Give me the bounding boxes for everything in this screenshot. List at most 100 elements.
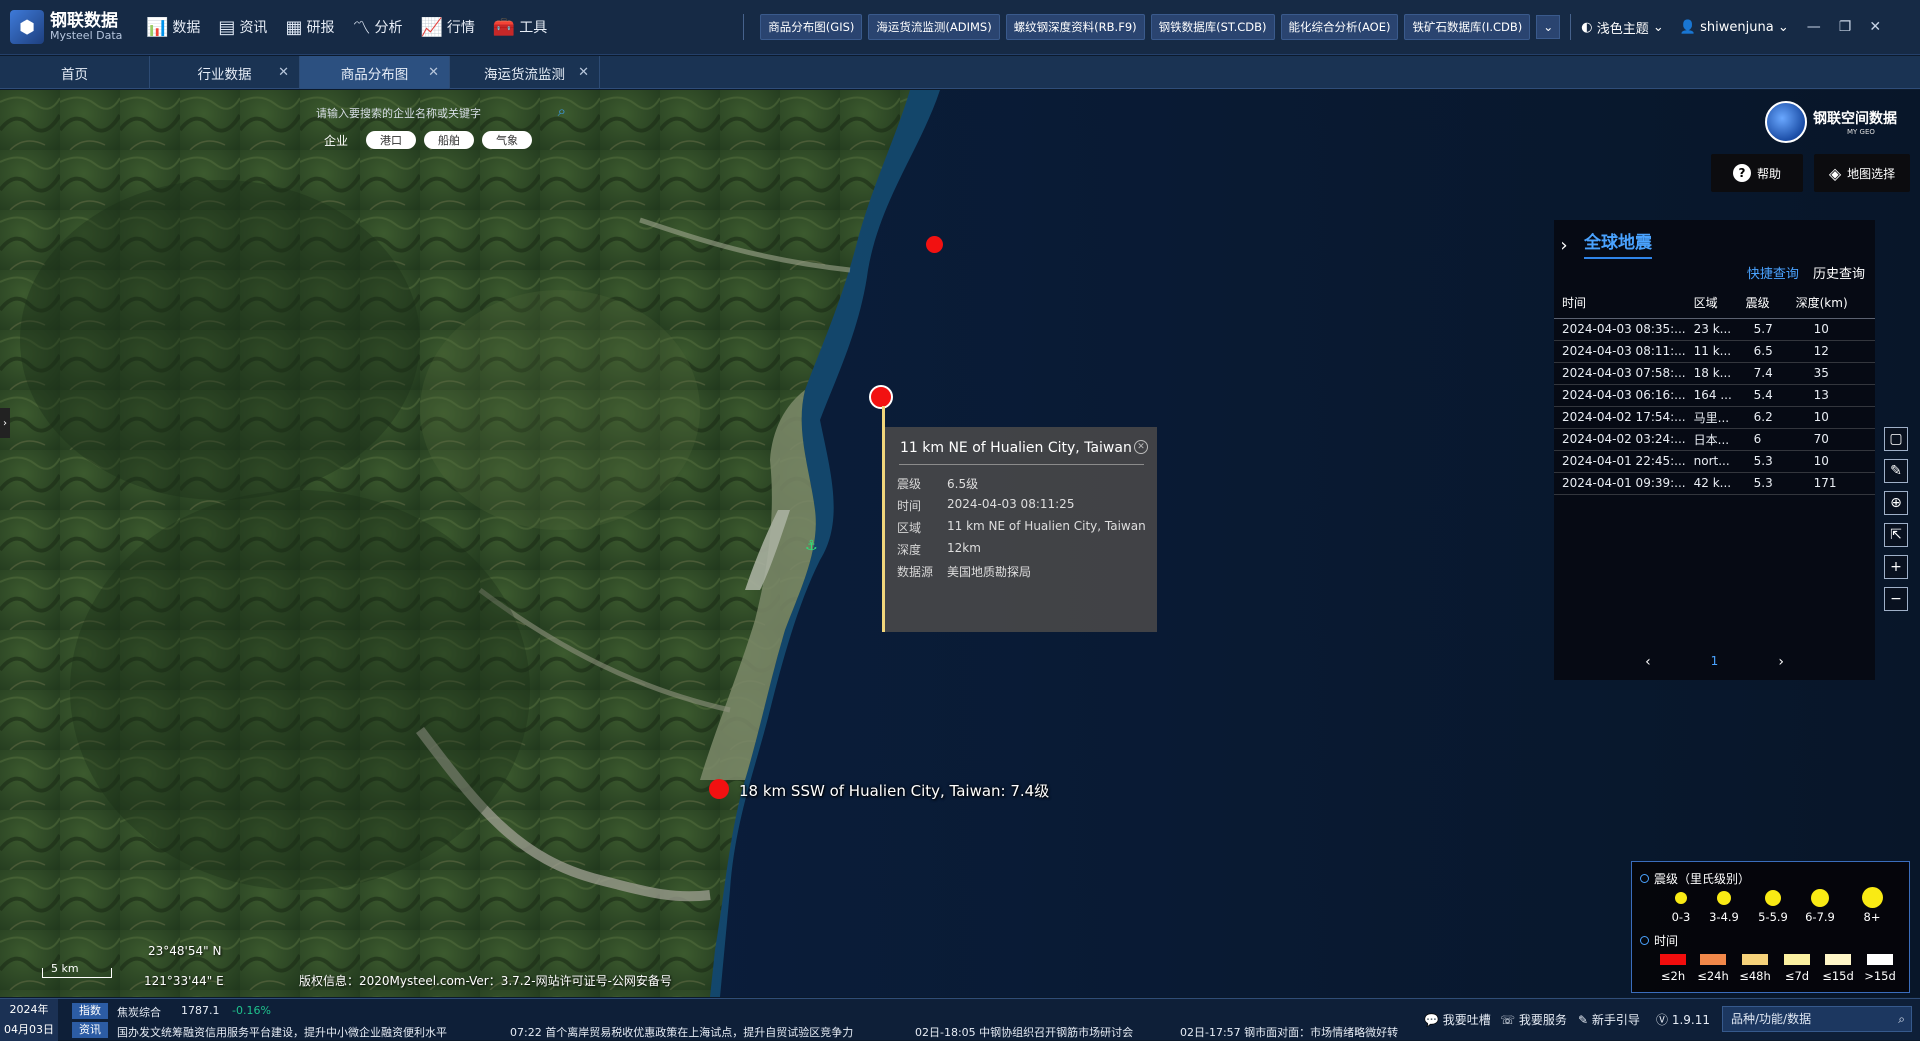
menu-data[interactable]: 📊 数据 xyxy=(146,17,200,38)
cell-magnitude: 7.4 xyxy=(1737,362,1788,385)
earthquake-marker[interactable] xyxy=(709,779,729,799)
chevron-right-icon[interactable]: › xyxy=(1554,232,1574,258)
earthquake-marker-selected[interactable] xyxy=(869,385,893,409)
chevron-down-icon[interactable]: ⌄ xyxy=(1536,15,1561,39)
legend-mag-label: 8+ xyxy=(1863,910,1881,924)
guide-link[interactable]: ✎ 新手引导 xyxy=(1578,1011,1640,1028)
index-value: 1787.1 xyxy=(181,1004,220,1017)
filter-ship-chip[interactable]: 船舶 xyxy=(424,131,475,149)
zoom-in-icon[interactable]: + xyxy=(1884,555,1908,579)
close-icon[interactable]: ✕ xyxy=(278,65,289,80)
legend-time-item: ≤15d xyxy=(1820,954,1856,983)
map-select-button[interactable]: ◈ 地图选择 xyxy=(1814,154,1910,192)
tab-commodity-map[interactable]: 商品分布图 ✕ xyxy=(300,56,450,89)
next-page-button[interactable]: › xyxy=(1778,654,1784,670)
prev-page-button[interactable]: ‹ xyxy=(1645,654,1651,670)
menu-tools[interactable]: 🧰 工具 xyxy=(493,17,547,38)
table-row[interactable]: 2024-04-03 08:11:... 11 k... 6.5 12 xyxy=(1554,340,1875,363)
field-value: 2024-04-03 08:11:25 xyxy=(947,497,1075,511)
bottom-status-bar: 2024年 04月03日 指数 资讯 焦炭综合 1787.1 -0.16% 国办… xyxy=(0,998,1920,1041)
db-tab-aoe[interactable]: 能化综合分析(AOE) xyxy=(1280,14,1399,40)
cell-region: nort... xyxy=(1685,450,1738,473)
tab-industry-data[interactable]: 行业数据 ✕ xyxy=(150,56,300,89)
table-row[interactable]: 2024-04-03 06:16:... 164 ... 5.4 13 xyxy=(1554,384,1875,407)
restore-icon[interactable]: ❐ xyxy=(1839,19,1852,35)
current-page[interactable]: 1 xyxy=(1711,654,1719,670)
news-ticker-item[interactable]: 国办发文统筹融资信用服务平台建设，提升中小微企业融资便利水平 xyxy=(117,1024,447,1040)
close-icon[interactable]: ✕ xyxy=(1869,19,1881,35)
news-ticker-item[interactable]: 07:22 首个离岸贸易税收优惠政策在上海试点，提升自贸试验区竞争力 xyxy=(510,1024,853,1040)
field-value: 12km xyxy=(947,541,981,555)
database-shortcuts: 商品分布图(GIS) 海运货流监测(ADIMS) 螺纹钢深度资料(RB.F9) … xyxy=(760,14,1561,40)
export-icon[interactable]: ⇱ xyxy=(1884,523,1908,547)
menu-report[interactable]: ▦ 研报 xyxy=(285,17,334,38)
table-row[interactable]: 2024-04-02 17:54:... 马里... 6.2 10 xyxy=(1554,406,1875,429)
close-icon[interactable]: ✕ xyxy=(428,65,439,80)
db-tab-rbf9[interactable]: 螺纹钢深度资料(RB.F9) xyxy=(1005,14,1145,40)
search-icon[interactable]: ⌕ xyxy=(1898,1007,1905,1031)
top-navbar: ⬢ 钢联数据 Mysteel Data 📊 数据 ▤ 资讯 ▦ 研报 〽分析 📈 行情 … xyxy=(0,0,1920,55)
cell-magnitude: 6.5 xyxy=(1737,340,1788,363)
search-icon[interactable]: ⌕ xyxy=(558,102,566,120)
filter-weather-chip[interactable]: 气象 xyxy=(482,131,533,149)
draw-icon[interactable]: ✎ xyxy=(1884,459,1908,483)
version-info[interactable]: Ⓥ 1.9.11 xyxy=(1656,1011,1710,1028)
table-row[interactable]: 2024-04-01 22:45:... nort... 5.3 10 xyxy=(1554,450,1875,473)
db-tab-adims[interactable]: 海运货流监测(ADIMS) xyxy=(868,14,1000,40)
left-panel-toggle[interactable]: › xyxy=(0,408,10,438)
user-name: shiwenjuna xyxy=(1700,19,1774,35)
close-icon[interactable]: ✕ xyxy=(1134,440,1148,454)
map-search[interactable]: 请输入要搜索的企业名称或关键字 ⌕ xyxy=(316,102,566,124)
table-row[interactable]: 2024-04-03 07:58:... 18 k... 7.4 35 xyxy=(1554,362,1875,385)
news-ticker-item[interactable]: 02日-17:57 钢市面对面：市场情绪略微好转 xyxy=(1180,1024,1412,1040)
menu-analysis[interactable]: 〽分析 xyxy=(352,14,402,40)
db-tab-gis[interactable]: 商品分布图(GIS) xyxy=(760,14,863,40)
radio-icon[interactable] xyxy=(1640,936,1649,945)
cell-magnitude: 5.3 xyxy=(1737,450,1788,473)
field-value: 美国地质勘探局 xyxy=(947,565,1032,579)
tab-label: 海运货流监测 xyxy=(484,66,565,83)
db-tab-stcdb[interactable]: 钢铁数据库(ST.CDB) xyxy=(1150,14,1275,40)
db-tab-icdb[interactable]: 铁矿石数据库(I.CDB) xyxy=(1404,14,1531,40)
minimize-icon[interactable]: — xyxy=(1807,19,1821,35)
legend-time-item: ≤7d xyxy=(1780,954,1814,983)
search-input[interactable]: 请输入要搜索的企业名称或关键字 xyxy=(316,105,481,121)
feedback-link[interactable]: 💬 我要吐槽 xyxy=(1424,1011,1491,1028)
global-search-input[interactable]: 品种/功能/数据 ⌕ xyxy=(1722,1006,1912,1032)
main-menu: 📊 数据 ▤ 资讯 ▦ 研报 〽分析 📈 行情 🧰 工具 xyxy=(146,14,565,40)
question-icon: ? xyxy=(1732,164,1751,182)
help-button[interactable]: ? 帮助 xyxy=(1711,154,1803,192)
cell-depth: 171 xyxy=(1787,472,1875,495)
date-block: 2024年 04月03日 xyxy=(0,999,58,1041)
theme-switch[interactable]: ◐ 浅色主题 ⌄ xyxy=(1581,18,1664,37)
service-link[interactable]: ☏ 我要服务 xyxy=(1500,1011,1567,1028)
popup-field: 深度 12km xyxy=(897,541,981,558)
close-icon[interactable]: ✕ xyxy=(578,65,589,80)
logo-title: 钢联数据 xyxy=(50,10,118,31)
menu-market[interactable]: 📈 行情 xyxy=(420,17,474,38)
menu-news[interactable]: ▤ 资讯 xyxy=(218,17,267,38)
locate-icon[interactable]: ⊕ xyxy=(1884,491,1908,515)
filter-port-chip[interactable]: 港口 xyxy=(366,131,417,149)
tab-shipping-monitor[interactable]: 海运货流监测 ✕ xyxy=(450,56,600,89)
filter-enterprise[interactable]: 企业 xyxy=(324,132,348,149)
table-row[interactable]: 2024-04-02 03:24:... 日本... 6 70 xyxy=(1554,428,1875,451)
history-query-link[interactable]: 历史查询 xyxy=(1813,267,1865,282)
search-placeholder: 品种/功能/数据 xyxy=(1731,1012,1812,1026)
earthquake-marker[interactable] xyxy=(926,236,943,253)
rectangle-select-icon[interactable]: ▢ xyxy=(1884,427,1908,451)
index-change: -0.16% xyxy=(232,1004,271,1017)
quick-query-link[interactable]: 快捷查询 xyxy=(1747,267,1799,282)
user-menu[interactable]: 👤 shiwenjuna ⌄ xyxy=(1680,20,1789,35)
tab-home[interactable]: 首页 xyxy=(0,56,150,89)
app-logo[interactable]: ⬢ 钢联数据 Mysteel Data xyxy=(10,10,130,44)
news-ticker-item[interactable]: 02日-18:05 中钢协组织召开钢筋市场研讨会 xyxy=(915,1024,1133,1040)
col-time: 时间 xyxy=(1554,288,1686,319)
time-swatch xyxy=(1825,954,1851,965)
table-row[interactable]: 2024-04-01 09:39:... 42 k... 5.3 171 xyxy=(1554,472,1875,495)
panel-title: 全球地震 xyxy=(1584,228,1652,259)
index-name[interactable]: 焦炭综合 xyxy=(117,1004,161,1020)
radio-icon[interactable] xyxy=(1640,874,1649,883)
table-row[interactable]: 2024-04-03 08:35:... 23 k... 5.7 10 xyxy=(1554,318,1875,341)
zoom-out-icon[interactable]: − xyxy=(1884,587,1908,611)
